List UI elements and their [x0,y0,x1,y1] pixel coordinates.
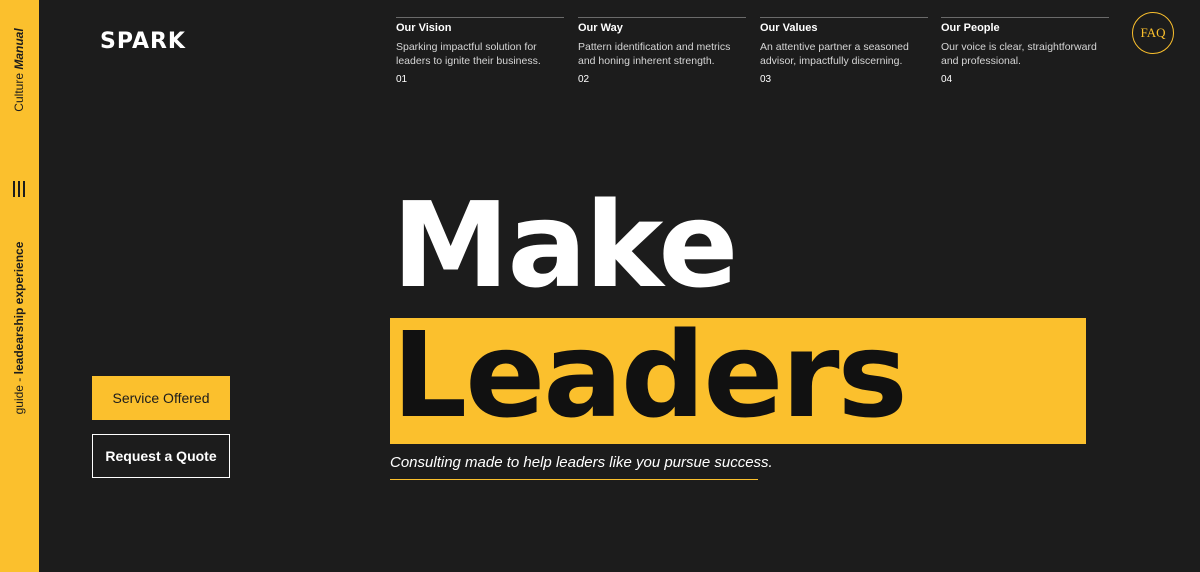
sidebar-top-label-emphasis: Manual [12,28,26,70]
info-text: Sparking impactful solution for leaders … [396,41,541,67]
info-title: Our Vision [396,22,452,34]
faq-button[interactable]: FAQ [1132,12,1174,54]
sidebar-top-label: Culture Manual [12,28,26,111]
info-number: 03 [760,74,772,85]
info-title: Our People [941,22,1000,34]
landing-page: Culture Manual guide - leadearship exper… [0,0,1200,572]
info-column-values: Our Values An attentive partner a season… [760,17,928,85]
request-quote-button[interactable]: Request a Quote [92,434,230,478]
info-text: An attentive partner a seasoned advisor,… [760,41,909,67]
sidebar-bottom-label: guide - leadearship experience [12,242,26,415]
hero-headline-line1: Make [392,176,738,314]
hero-headline-line2: Leaders [392,306,908,444]
info-column-way: Our Way Pattern identification and metri… [578,17,746,85]
info-number: 02 [578,74,590,85]
sidebar-bottom-label-emphasis: leadearship experience [12,241,26,375]
info-number: 04 [941,74,953,85]
sidebar-top-label-prefix: Culture [12,69,26,112]
info-text: Pattern identification and metrics and h… [578,41,731,67]
sidebar-bottom-label-prefix: guide - [12,374,26,415]
hero-tagline: Consulting made to help leaders like you… [390,454,773,480]
sidebar: Culture Manual guide - leadearship exper… [0,0,39,572]
info-column-people: Our People Our voice is clear, straightf… [941,17,1109,85]
info-title: Our Way [578,22,623,34]
info-text: Our voice is clear, straightforward and … [941,41,1097,67]
logo[interactable]: SPARK [100,29,186,54]
info-column-vision: Our Vision Sparking impactful solution f… [396,17,564,85]
info-number: 01 [396,74,408,85]
info-title: Our Values [760,22,818,34]
service-offered-button[interactable]: Service Offered [92,376,230,420]
hamburger-icon[interactable] [13,181,26,197]
